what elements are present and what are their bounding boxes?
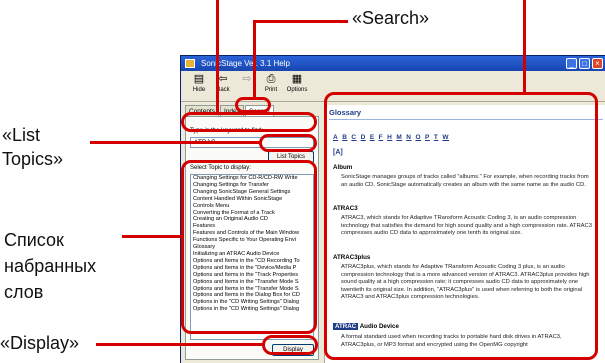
toolbar-options-button[interactable]: ▦ Options: [285, 73, 309, 93]
word-list-callout-label-3: слов: [4, 282, 44, 302]
content-pane-highlight: [324, 92, 598, 360]
maximize-icon[interactable]: □: [579, 58, 590, 69]
keyword-connector: [216, 0, 219, 112]
keyword-field-highlight: [181, 112, 317, 132]
title-bar: SonicStage Ver. 3.1 Help _ □ ×: [181, 56, 605, 71]
hide-icon: ▤: [193, 73, 205, 85]
search-callout-label: «Search»: [352, 8, 430, 28]
minimize-icon[interactable]: _: [566, 58, 577, 69]
list-topics-callout-label-2: Topics»: [2, 149, 64, 169]
list-topics-connector: [90, 141, 260, 144]
toolbar-options-label: Options: [286, 87, 308, 93]
help-app-icon: [185, 59, 195, 68]
toolbar-hide-label: Hide: [192, 87, 206, 93]
list-topics-highlight: [259, 134, 317, 152]
word-list-connector: [122, 235, 182, 238]
close-icon[interactable]: ×: [592, 58, 603, 69]
list-topics-callout-label-1: «List: [2, 125, 41, 145]
toolbar-print-button[interactable]: ⎙ Print: [259, 73, 283, 93]
options-icon: ▦: [291, 73, 303, 85]
toolbar-back-button[interactable]: ⇦ Back: [211, 73, 235, 93]
forward-arrow-icon: ⇨: [242, 73, 252, 85]
toolbar-print-label: Print: [264, 87, 278, 93]
window-title: SonicStage Ver. 3.1 Help: [201, 59, 290, 68]
search-connector-vertical: [253, 20, 256, 98]
word-list-callout-label-1: Список: [4, 230, 64, 250]
search-connector-horizontal: [253, 20, 348, 23]
word-list-callout-label-2: набранных: [4, 256, 97, 276]
display-button-highlight: [262, 335, 318, 355]
topics-list-highlight: [181, 160, 317, 334]
content-connector: [523, 0, 526, 93]
display-connector: [96, 343, 263, 346]
toolbar-hide-button[interactable]: ▤ Hide: [187, 73, 211, 93]
display-callout-label: «Display»: [0, 333, 80, 353]
print-icon: ⎙: [266, 73, 276, 85]
search-tab-highlight: [235, 97, 271, 113]
